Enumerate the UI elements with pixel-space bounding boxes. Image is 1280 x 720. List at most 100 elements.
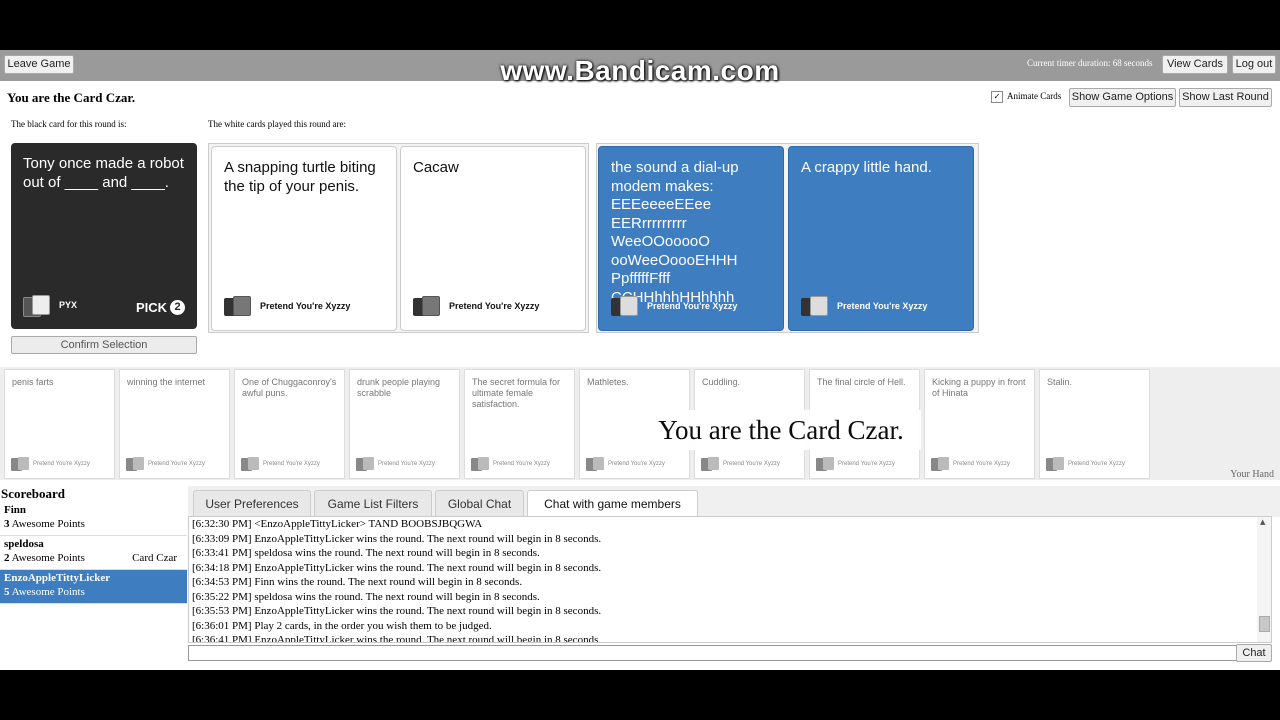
played-card-footer: Pretend You're Xyzzy <box>801 296 927 316</box>
black-card-label: The black card for this round is: <box>11 119 127 129</box>
show-last-round-button[interactable]: Show Last Round <box>1179 88 1272 107</box>
hand-card-text: penis farts <box>12 377 54 387</box>
hand-card-footer: Pretend You're Xyzzy <box>701 457 780 471</box>
hand-card-text: Stalin. <box>1047 377 1073 387</box>
hand-card-footer: Pretend You're Xyzzy <box>586 457 665 471</box>
played-card-footer: Pretend You're Xyzzy <box>611 296 737 316</box>
played-card-text: A snapping turtle biting the tip of your… <box>224 159 376 195</box>
hand-card[interactable]: Kicking a puppy in front of Hinata Prete… <box>924 369 1035 479</box>
animate-cards-label: Animate Cards <box>1007 91 1062 101</box>
card-stack-icon <box>23 295 50 317</box>
hand-card-brand: Pretend You're Xyzzy <box>723 461 780 467</box>
hand-card[interactable]: One of Chuggaconroy's awful puns. Preten… <box>234 369 345 479</box>
played-card-footer: Pretend You're Xyzzy <box>224 296 350 316</box>
status-heading: You are the Card Czar. <box>7 90 136 105</box>
tab-chat-game-members[interactable]: Chat with game members <box>527 490 698 517</box>
chat-line: [6:33:41 PM] speldosa wins the round. Th… <box>192 547 540 559</box>
scoreboard-player: Finn 3 Awesome Points <box>0 502 187 536</box>
card-czar-overlay: You are the Card Czar. <box>641 410 921 450</box>
scoreboard-player-self: EnzoAppleTittyLicker 5 Awesome Points <box>0 570 187 604</box>
hand-card-brand: Pretend You're Xyzzy <box>953 461 1010 467</box>
confirm-selection-button[interactable]: Confirm Selection <box>11 336 197 354</box>
tab-global-chat[interactable]: Global Chat <box>435 490 524 516</box>
chat-line: [6:35:22 PM] speldosa wins the round. Th… <box>192 590 540 603</box>
tab-user-preferences[interactable]: User Preferences <box>193 490 311 516</box>
hand-card-footer: Pretend You're Xyzzy <box>1046 457 1125 471</box>
hand-card-brand: Pretend You're Xyzzy <box>608 461 665 467</box>
chat-scrollbar[interactable]: ▲ <box>1257 517 1271 642</box>
hand-card-text: The final circle of Hell. <box>817 377 906 387</box>
hand-card-brand: Pretend You're Xyzzy <box>838 461 895 467</box>
scoreboard-player: speldosa 2 Awesome Points Card Czar <box>0 536 187 570</box>
card-stack-icon <box>611 296 638 316</box>
player-score: 3 Awesome Points <box>4 518 85 530</box>
hand-card-brand: Pretend You're Xyzzy <box>263 461 320 467</box>
hand-card-footer: Pretend You're Xyzzy <box>126 457 205 471</box>
hand-card-text: Kicking a puppy in front of Hinata <box>932 377 1026 398</box>
card-stack-icon <box>356 457 376 471</box>
played-card-selected[interactable]: A crappy little hand. Pretend You're Xyz… <box>788 146 974 331</box>
chat-line: [6:34:18 PM] EnzoAppleTittyLicker wins t… <box>192 561 602 574</box>
card-stack-icon <box>1046 457 1066 471</box>
player-score: 2 Awesome Points <box>4 552 85 564</box>
card-stack-icon <box>241 457 261 471</box>
hand-card-footer: Pretend You're Xyzzy <box>816 457 895 471</box>
hand-card-brand: Pretend You're Xyzzy <box>148 461 205 467</box>
game-window: Leave Game Current timer duration: 68 se… <box>0 50 1280 670</box>
hand-card-text: One of Chuggaconroy's awful puns. <box>242 377 337 398</box>
player-name: speldosa <box>4 538 44 550</box>
bandicam-watermark: www.Bandicam.com <box>500 55 780 86</box>
hand-card[interactable]: penis farts Pretend You're Xyzzy <box>4 369 115 479</box>
hand-card-text: The secret formula for ultimate female s… <box>472 377 561 409</box>
black-card-text: Tony once made a robot out of ____ and _… <box>23 155 184 191</box>
card-stack-icon <box>586 457 606 471</box>
card-stack-icon <box>931 457 951 471</box>
hand-card-footer: Pretend You're Xyzzy <box>356 457 435 471</box>
chat-line: [6:35:53 PM] EnzoAppleTittyLicker wins t… <box>192 605 602 617</box>
played-card-footer: Pretend You're Xyzzy <box>413 296 539 316</box>
card-stack-icon <box>816 457 836 471</box>
hand-card[interactable]: winning the internet Pretend You're Xyzz… <box>119 369 230 479</box>
player-score: 5 Awesome Points <box>4 586 85 598</box>
played-card-brand: Pretend You're Xyzzy <box>647 301 738 311</box>
hand-card-footer: Pretend You're Xyzzy <box>931 457 1010 471</box>
played-card-brand: Pretend You're Xyzzy <box>260 301 351 311</box>
chat-log[interactable]: [6:32:30 PM] <EnzoAppleTittyLicker> TAND… <box>188 516 1272 643</box>
chat-input[interactable] <box>188 645 1238 661</box>
chat-send-button[interactable]: Chat <box>1236 644 1272 662</box>
chat-line: [6:36:41 PM] EnzoAppleTittyLicker wins t… <box>192 634 602 643</box>
pick-count-badge: 2 <box>170 300 185 315</box>
your-hand-label: Your Hand <box>1230 469 1274 480</box>
hand-card-brand: Pretend You're Xyzzy <box>493 461 550 467</box>
card-stack-icon <box>801 296 828 316</box>
played-card-text: Cacaw <box>413 159 459 176</box>
hand-card-brand: Pretend You're Xyzzy <box>33 461 90 467</box>
scoreboard-title: Scoreboard <box>1 486 66 501</box>
played-card-text: the sound a dial-up modem makes: EEEeeee… <box>611 159 739 306</box>
card-stack-icon <box>413 296 440 316</box>
player-name: EnzoAppleTittyLicker <box>4 572 111 584</box>
tab-game-list-filters[interactable]: Game List Filters <box>314 490 432 516</box>
chat-line: [6:33:09 PM] EnzoAppleTittyLicker wins t… <box>192 532 602 545</box>
scroll-up-arrow-icon[interactable]: ▲ <box>1260 518 1265 526</box>
hand-card[interactable]: drunk people playing scrabble Pretend Yo… <box>349 369 460 479</box>
hand-card[interactable]: The secret formula for ultimate female s… <box>464 369 575 479</box>
hand-card-brand: Pretend You're Xyzzy <box>1068 461 1125 467</box>
hand-card-text: drunk people playing scrabble <box>357 377 441 398</box>
played-card[interactable]: Cacaw Pretend You're Xyzzy <box>400 146 586 331</box>
scroll-thumb[interactable] <box>1259 616 1270 632</box>
played-card-selected[interactable]: the sound a dial-up modem makes: EEEeeee… <box>598 146 784 331</box>
played-card-brand: Pretend You're Xyzzy <box>837 301 928 311</box>
hand-card[interactable]: Stalin. Pretend You're Xyzzy <box>1039 369 1150 479</box>
hand-card-footer: Pretend You're Xyzzy <box>11 457 90 471</box>
played-card-brand: Pretend You're Xyzzy <box>449 301 540 311</box>
show-game-options-button[interactable]: Show Game Options <box>1069 88 1176 107</box>
played-card[interactable]: A snapping turtle biting the tip of your… <box>211 146 397 331</box>
hand-card-text: winning the internet <box>127 377 206 387</box>
animate-cards-checkbox[interactable]: ✓ <box>991 91 1003 103</box>
card-stack-icon <box>126 457 146 471</box>
black-card-footer: PYX <box>23 295 78 317</box>
chat-line: [6:34:53 PM] Finn wins the round. The ne… <box>192 576 523 588</box>
card-stack-icon <box>224 296 251 316</box>
pyx-brand: PYX <box>59 300 78 310</box>
